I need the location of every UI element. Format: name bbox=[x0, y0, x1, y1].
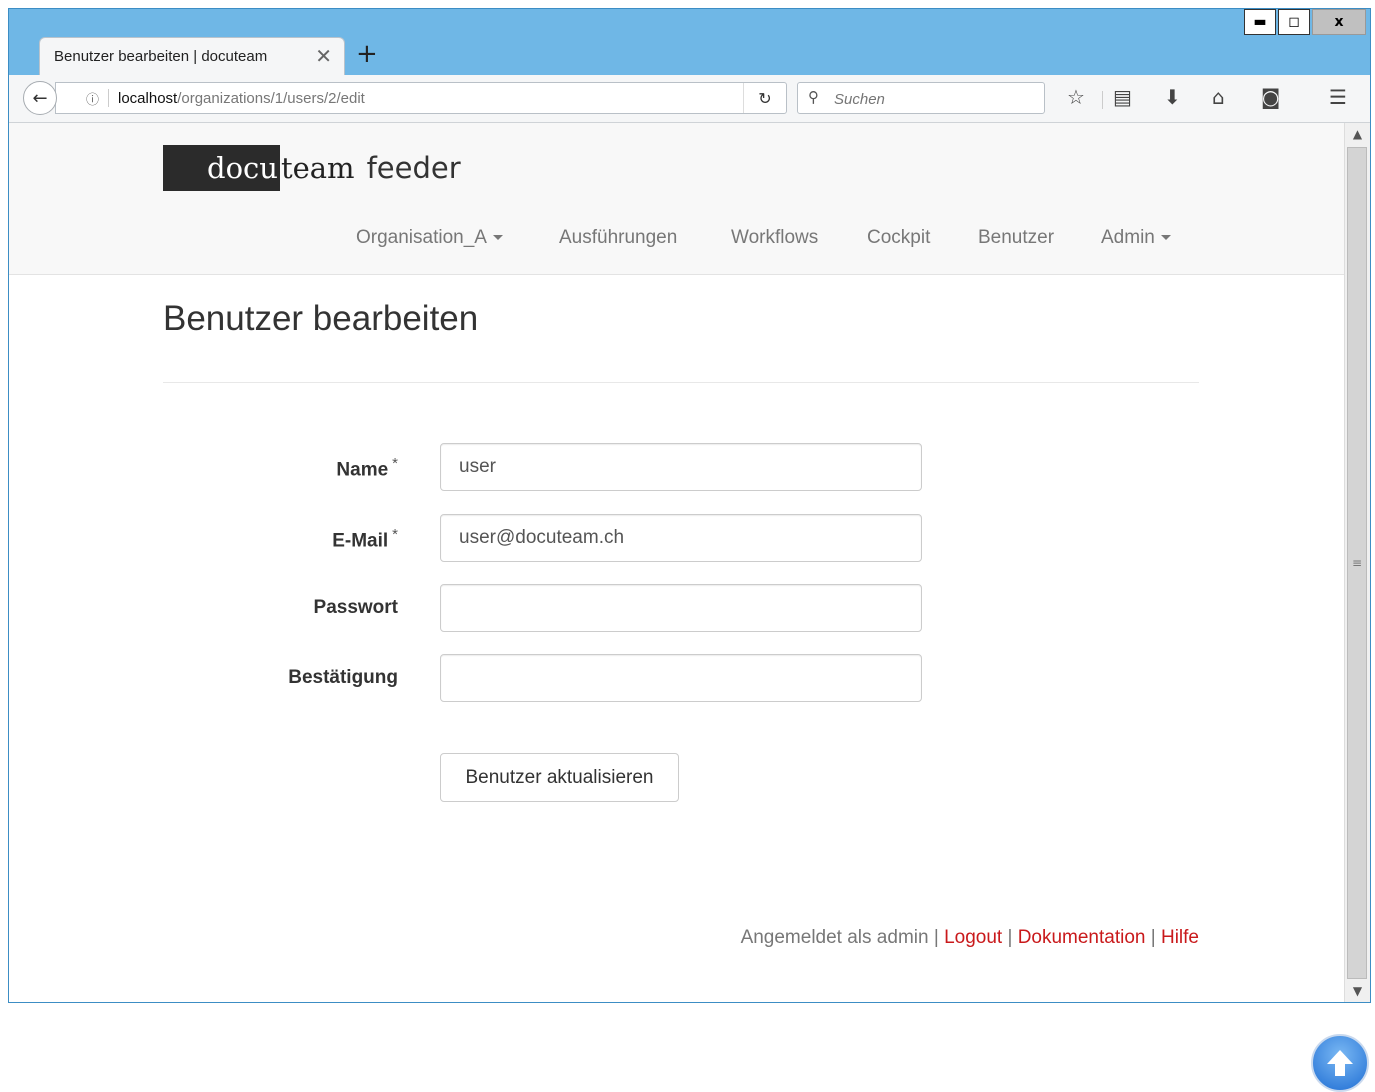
caret-down-icon bbox=[1160, 235, 1171, 241]
scrollbar-thumb[interactable]: ≡ bbox=[1347, 147, 1367, 979]
help-link[interactable]: Hilfe bbox=[1161, 927, 1199, 948]
password-field[interactable] bbox=[440, 584, 922, 632]
browser-toolbar: ⓘ localhost/organizations/1/users/2/edit… bbox=[9, 75, 1370, 123]
page-title: Benutzer bearbeiten bbox=[163, 299, 479, 338]
logo-docu: docu bbox=[163, 145, 280, 191]
arrow-up-icon bbox=[1327, 1050, 1353, 1076]
update-user-button[interactable]: Benutzer aktualisieren bbox=[440, 753, 679, 802]
logo-team: team bbox=[280, 151, 355, 185]
required-marker: * bbox=[392, 526, 398, 543]
documentation-link[interactable]: Dokumentation bbox=[1018, 927, 1146, 948]
search-icon: ⚲ bbox=[808, 88, 819, 106]
scroll-up-icon[interactable]: ▲ bbox=[1345, 123, 1370, 145]
nav-executions[interactable]: Ausführungen bbox=[559, 227, 677, 249]
scroll-to-top-button[interactable] bbox=[1311, 1034, 1369, 1092]
page-viewport: docu team feeder Organisation_A Ausführu… bbox=[9, 123, 1344, 1002]
reload-icon[interactable]: ↻ bbox=[743, 83, 786, 113]
tab-title: Benutzer bearbeiten | docuteam bbox=[54, 48, 268, 65]
nav-workflows[interactable]: Workflows bbox=[731, 227, 818, 249]
name-label: Name * bbox=[162, 455, 398, 481]
scroll-down-icon[interactable]: ▼ bbox=[1345, 980, 1370, 1002]
tab-strip: Benutzer bearbeiten | docuteam ✕ + bbox=[9, 31, 1370, 75]
search-input[interactable] bbox=[832, 87, 1036, 111]
email-label: E-Mail * bbox=[162, 526, 398, 552]
docuteam-logo[interactable]: docu team feeder bbox=[163, 145, 461, 191]
title-divider bbox=[163, 382, 1199, 383]
browser-window: ▬ ◻ x Benutzer bearbeiten | docuteam ✕ +… bbox=[8, 8, 1371, 1003]
nav-organisation-dropdown[interactable]: Organisation_A bbox=[356, 227, 503, 249]
scrollbar-grip-icon: ≡ bbox=[1351, 556, 1363, 570]
footer-separator: | bbox=[1007, 927, 1013, 948]
required-marker: * bbox=[392, 455, 398, 472]
download-icon[interactable]: ⬇ bbox=[1164, 85, 1181, 109]
vertical-scrollbar[interactable]: ▲ ≡ ▼ bbox=[1344, 123, 1370, 1002]
url-bar[interactable]: ⓘ localhost/organizations/1/users/2/edit… bbox=[55, 82, 787, 114]
name-field[interactable] bbox=[440, 443, 922, 491]
browser-tab-active[interactable]: Benutzer bearbeiten | docuteam ✕ bbox=[39, 37, 345, 75]
url-path: /organizations/1/users/2/edit bbox=[177, 90, 365, 107]
nav-admin-dropdown[interactable]: Admin bbox=[1101, 227, 1171, 249]
logged-in-text: Angemeldet als admin bbox=[740, 927, 929, 948]
name-label-text: Name bbox=[336, 459, 389, 481]
back-icon[interactable]: ← bbox=[23, 81, 57, 115]
nav-cockpit[interactable]: Cockpit bbox=[867, 227, 930, 249]
password-label: Passwort bbox=[313, 597, 398, 618]
caret-down-icon bbox=[492, 235, 503, 241]
email-label-text: E-Mail bbox=[332, 530, 389, 552]
url-separator bbox=[108, 89, 109, 107]
close-tab-icon[interactable]: ✕ bbox=[315, 44, 332, 68]
new-tab-button[interactable]: + bbox=[356, 39, 378, 69]
nav-admin-label: Admin bbox=[1101, 227, 1155, 248]
site-header: docu team feeder Organisation_A Ausführu… bbox=[9, 123, 1344, 275]
pocket-icon[interactable]: ◙ bbox=[1261, 85, 1280, 109]
reading-list-icon[interactable]: ▤ bbox=[1113, 85, 1132, 109]
nav-users[interactable]: Benutzer bbox=[978, 227, 1054, 249]
footer-separator: | bbox=[933, 927, 939, 948]
confirmation-field[interactable] bbox=[440, 654, 922, 702]
toolbar-separator bbox=[1102, 91, 1103, 109]
url-host: localhost bbox=[118, 90, 178, 107]
url-text[interactable]: localhost/organizations/1/users/2/edit bbox=[118, 90, 365, 107]
home-icon[interactable]: ⌂ bbox=[1212, 85, 1225, 109]
footer-separator: | bbox=[1150, 927, 1156, 948]
confirmation-label: Bestätigung bbox=[288, 667, 398, 688]
menu-icon[interactable]: ☰ bbox=[1329, 85, 1347, 109]
info-icon[interactable]: ⓘ bbox=[86, 89, 99, 108]
logo-feeder: feeder bbox=[366, 151, 461, 185]
footer: Angemeldet als admin | Logout | Dokument… bbox=[741, 927, 1199, 949]
logout-link[interactable]: Logout bbox=[944, 927, 1002, 948]
nav-organisation-label: Organisation_A bbox=[356, 227, 487, 248]
search-bar[interactable]: ⚲ bbox=[797, 82, 1045, 114]
email-field[interactable] bbox=[440, 514, 922, 562]
bookmark-star-icon[interactable]: ☆ bbox=[1067, 85, 1085, 109]
